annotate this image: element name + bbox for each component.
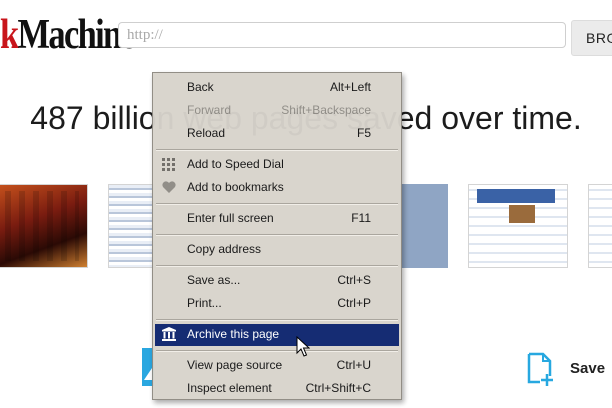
- save-page-label[interactable]: Save: [570, 360, 605, 377]
- snapshot-thumbnail[interactable]: [108, 184, 154, 268]
- menu-item-label: Reload: [187, 126, 226, 140]
- menu-item-label: Add to bookmarks: [187, 180, 284, 194]
- menu-item-label: Add to Speed Dial: [187, 157, 284, 171]
- menu-item-label: Save as...: [187, 273, 241, 287]
- menu-item-shortcut: Alt+Left: [329, 80, 371, 94]
- menu-separator: [156, 350, 398, 352]
- browse-history-button[interactable]: BRO: [571, 20, 612, 56]
- logo-text: Machine: [17, 12, 136, 58]
- menu-item-shortcut: Ctrl+P: [337, 296, 371, 310]
- context-menu: Back Alt+Left Forward Shift+Backspace Re…: [152, 72, 402, 400]
- menu-separator: [156, 149, 398, 151]
- snapshot-thumbnail[interactable]: [588, 184, 612, 268]
- menu-item-view-page-source[interactable]: View page source Ctrl+U: [155, 355, 399, 375]
- menu-item-shortcut: Ctrl+Shift+C: [305, 381, 371, 395]
- menu-item-back[interactable]: Back Alt+Left: [155, 77, 399, 97]
- menu-item-copy-address[interactable]: Copy address: [155, 239, 399, 259]
- menu-separator: [156, 203, 398, 205]
- menu-item-reload[interactable]: Reload F5: [155, 123, 399, 143]
- snapshot-thumbnail[interactable]: [400, 184, 448, 268]
- menu-item-inspect-element[interactable]: Inspect element Ctrl+Shift+C: [155, 378, 399, 398]
- menu-item-enter-full-screen[interactable]: Enter full screen F11: [155, 208, 399, 228]
- menu-item-add-to-bookmarks[interactable]: Add to bookmarks: [155, 177, 399, 197]
- logo-prefix: k: [0, 12, 19, 58]
- menu-item-add-to-speed-dial[interactable]: Add to Speed Dial: [155, 154, 399, 174]
- snapshot-thumbnail[interactable]: [468, 184, 568, 268]
- menu-item-save-as[interactable]: Save as... Ctrl+S: [155, 270, 399, 290]
- menu-item-label: Archive this page: [187, 327, 280, 341]
- menu-item-label: Enter full screen: [187, 211, 274, 225]
- menu-item-forward: Forward Shift+Backspace: [155, 100, 399, 120]
- menu-item-print[interactable]: Print... Ctrl+P: [155, 293, 399, 313]
- menu-item-shortcut: F5: [356, 126, 371, 140]
- snapshot-thumbnail[interactable]: [0, 184, 88, 268]
- wayback-machine-logo[interactable]: k Machine: [0, 6, 136, 64]
- menu-item-shortcut: F11: [351, 211, 371, 225]
- mouse-cursor-icon: [296, 336, 310, 357]
- menu-item-shortcut: Ctrl+S: [337, 273, 371, 287]
- menu-item-label: Print...: [187, 296, 222, 310]
- url-input[interactable]: [118, 22, 566, 48]
- menu-item-label: Forward: [187, 103, 232, 117]
- archive-icon: [162, 327, 176, 341]
- new-document-icon[interactable]: [526, 352, 554, 386]
- speed-dial-icon: [162, 158, 175, 171]
- menu-separator: [156, 265, 398, 267]
- menu-item-label: Back: [187, 80, 214, 94]
- menu-item-archive-this-page[interactable]: Archive this page: [155, 324, 399, 346]
- heart-icon: [162, 181, 176, 193]
- menu-item-shortcut: Ctrl+U: [336, 358, 371, 372]
- menu-item-label: Copy address: [187, 242, 262, 256]
- menu-item-label: View page source: [187, 358, 283, 372]
- menu-separator: [156, 234, 398, 236]
- menu-separator: [156, 319, 398, 321]
- menu-item-label: Inspect element: [187, 381, 272, 395]
- menu-item-shortcut: Shift+Backspace: [281, 103, 371, 117]
